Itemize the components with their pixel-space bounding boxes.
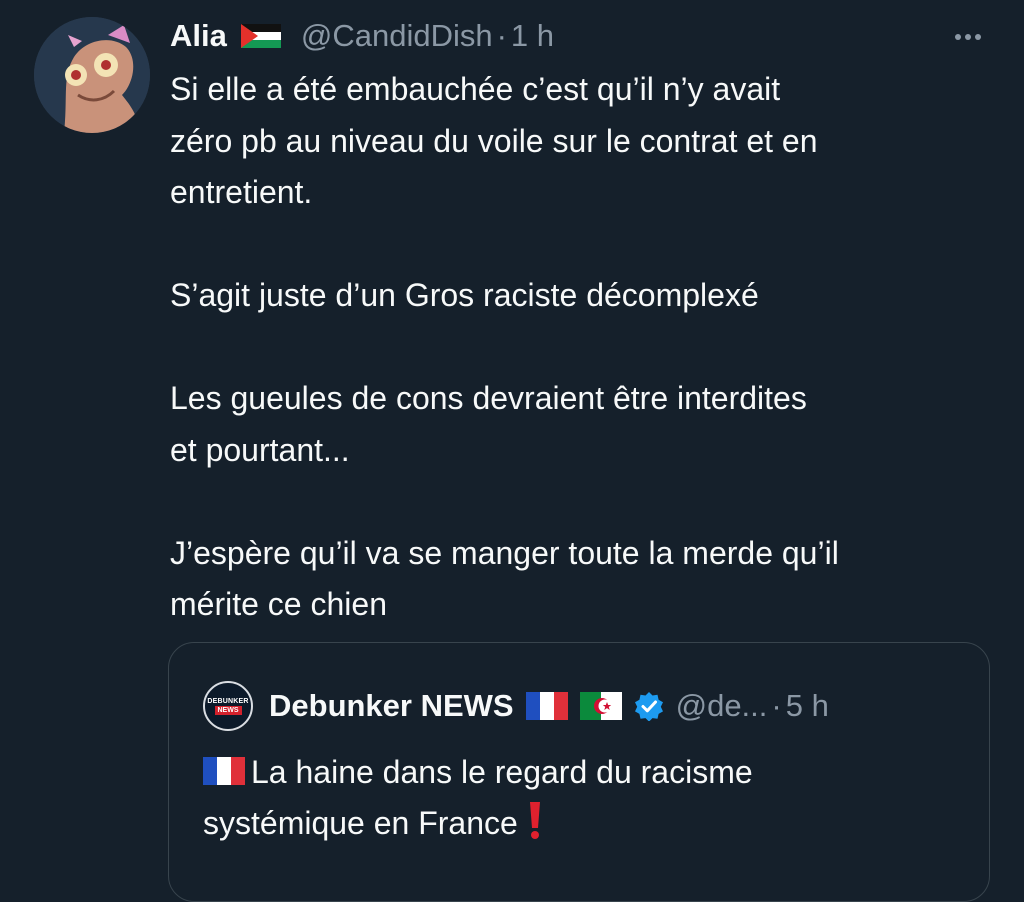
separator-dot: · <box>496 18 507 53</box>
france-flag-icon <box>525 692 568 720</box>
quoted-tweet-text: La haine dans le regard du racisme systé… <box>203 747 963 849</box>
quoted-author-handle[interactable]: @de... <box>676 688 768 724</box>
author-avatar[interactable] <box>34 17 150 133</box>
quoted-text-line-1: La haine dans le regard du racisme <box>251 754 753 790</box>
quoted-tweet-header: DEBUNKER NEWS Debunker NEWS @de... · 5 h <box>203 681 829 731</box>
quoted-author-name[interactable]: Debunker NEWS <box>269 688 514 724</box>
avatar-text-top: DEBUNKER <box>207 698 249 705</box>
verified-badge-icon[interactable] <box>634 691 664 721</box>
red-exclamation-icon <box>528 800 542 840</box>
author-name[interactable]: Alia <box>170 18 227 54</box>
france-flag-icon <box>203 757 245 785</box>
tweet-header: Alia @CandidDish · 1 h <box>170 14 554 58</box>
avatar-text-bottom: NEWS <box>214 706 242 715</box>
quoted-text-line-2: systémique en France <box>203 805 518 841</box>
tweet-text: Si elle a été embauchée c’est qu’il n’y … <box>170 71 839 622</box>
tweet-timestamp[interactable]: 1 h <box>511 18 554 54</box>
quoted-tweet[interactable]: DEBUNKER NEWS Debunker NEWS @de... · 5 h… <box>168 642 990 902</box>
quoted-timestamp[interactable]: 5 h <box>786 688 829 724</box>
quoted-author-avatar[interactable]: DEBUNKER NEWS <box>203 681 253 731</box>
quoted-separator-dot: · <box>771 688 782 723</box>
palestine-flag-icon <box>240 24 281 48</box>
more-options-icon[interactable] <box>948 22 988 52</box>
algeria-flag-icon <box>579 692 622 720</box>
author-handle[interactable]: @CandidDish <box>301 18 493 54</box>
